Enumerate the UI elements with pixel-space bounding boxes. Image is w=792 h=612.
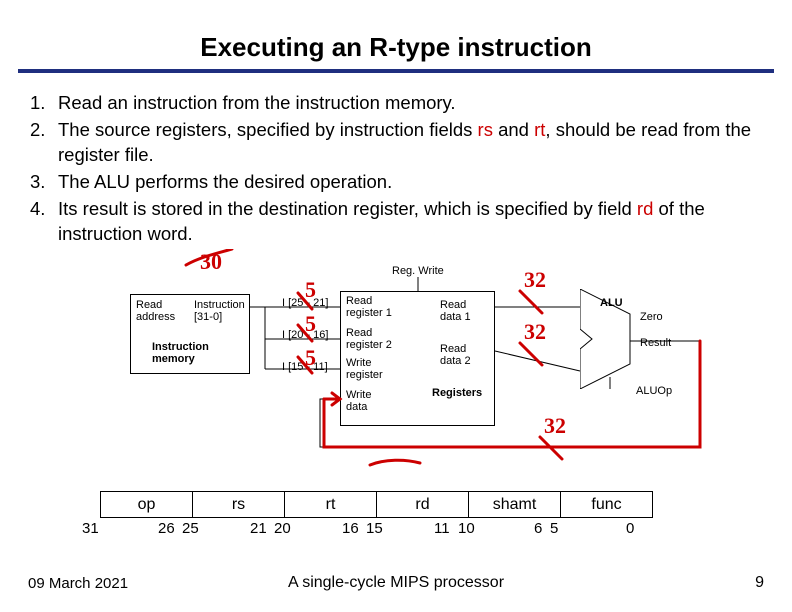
step-list: 1.Read an instruction from the instructi… xyxy=(30,91,762,247)
step-item: 2.The source registers, specified by ins… xyxy=(30,118,762,168)
step-text: The source registers, specified by instr… xyxy=(58,118,762,168)
step-item: 1.Read an instruction from the instructi… xyxy=(30,91,762,116)
bit-label: 0 xyxy=(626,520,634,537)
bit-label: 31 xyxy=(82,520,99,537)
datapath-diagram: Read address Instruction [31-0] Instruct… xyxy=(0,249,792,469)
footer-page-number: 9 xyxy=(755,574,764,592)
step-item: 3.The ALU performs the desired operation… xyxy=(30,170,762,195)
bit-label: 6 xyxy=(534,520,542,537)
field-shamt: shamt xyxy=(469,492,561,518)
field-op: op xyxy=(101,492,193,518)
bit-label: 26 xyxy=(158,520,175,537)
bit-label: 25 xyxy=(182,520,199,537)
step-text: Its result is stored in the destination … xyxy=(58,197,762,247)
step-number: 1. xyxy=(30,91,58,116)
bit-label: 5 xyxy=(550,520,558,537)
step-text: The ALU performs the desired operation. xyxy=(58,170,762,195)
bit-label: 15 xyxy=(366,520,383,537)
step-number: 2. xyxy=(30,118,58,168)
field-func: func xyxy=(561,492,653,518)
field-rd: rd xyxy=(377,492,469,518)
bit-label: 21 xyxy=(250,520,267,537)
step-number: 3. xyxy=(30,170,58,195)
bit-label: 10 xyxy=(458,520,475,537)
slide-title: Executing an R-type instruction xyxy=(0,0,792,69)
instruction-format-table: oprsrtrdshamtfunc xyxy=(100,491,653,518)
field-rs: rs xyxy=(193,492,285,518)
step-text: Read an instruction from the instruction… xyxy=(58,91,762,116)
title-underline xyxy=(18,69,774,73)
bit-label: 11 xyxy=(434,520,450,537)
red-strokes xyxy=(0,249,792,469)
footer-caption: A single-cycle MIPS processor xyxy=(0,574,792,592)
step-number: 4. xyxy=(30,197,58,247)
bit-label: 16 xyxy=(342,520,359,537)
field-rt: rt xyxy=(285,492,377,518)
step-item: 4.Its result is stored in the destinatio… xyxy=(30,197,762,247)
bit-label: 20 xyxy=(274,520,291,537)
